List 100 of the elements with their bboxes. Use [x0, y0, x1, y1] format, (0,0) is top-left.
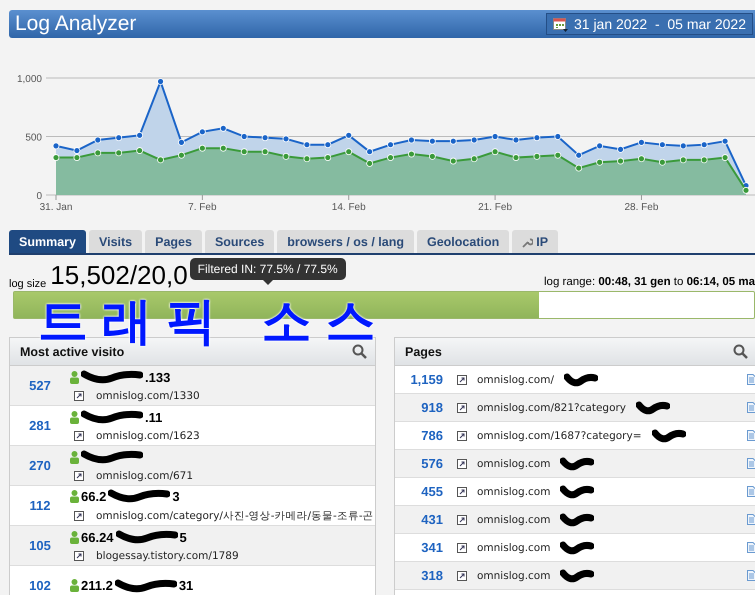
- external-link-icon[interactable]: [457, 514, 467, 524]
- user-icon: [70, 410, 79, 424]
- data-point: [262, 134, 268, 142]
- external-link-icon[interactable]: [457, 402, 467, 412]
- external-link-icon[interactable]: [457, 570, 467, 580]
- data-point: [136, 132, 144, 139]
- data-point: [575, 152, 582, 159]
- document-icon[interactable]: [747, 374, 755, 385]
- external-link-icon[interactable]: [457, 374, 467, 384]
- page-url: omnislog.com: [477, 486, 550, 498]
- data-point: [94, 136, 102, 144]
- redaction-scribble: [652, 428, 686, 444]
- tab[interactable]: Sources: [204, 230, 274, 253]
- tab[interactable]: Geolocation: [417, 230, 510, 253]
- tab[interactable]: IP: [512, 230, 558, 253]
- data-point: [470, 155, 478, 162]
- visit-count: 270: [28, 458, 52, 473]
- data-point: [345, 148, 352, 156]
- page-url: omnislog.com: [477, 542, 550, 554]
- data-point: [638, 138, 645, 146]
- axis-label: 7. Feb: [188, 202, 217, 213]
- user-icon: [70, 530, 79, 544]
- data-point: [700, 156, 708, 164]
- data-point: [680, 156, 687, 164]
- document-icon[interactable]: [747, 458, 755, 469]
- data-point: [94, 149, 102, 156]
- external-link-icon[interactable]: [457, 486, 467, 496]
- data-point: [282, 135, 290, 142]
- search-icon[interactable]: [733, 344, 748, 359]
- data-point: [136, 147, 144, 154]
- data-point: [428, 138, 436, 145]
- data-point: [198, 128, 206, 136]
- external-link-icon[interactable]: [74, 551, 84, 561]
- document-icon[interactable]: [747, 542, 755, 553]
- data-point: [512, 136, 520, 144]
- page-url: omnislog.com/1330: [96, 390, 200, 402]
- panel-title: Pages: [405, 344, 442, 358]
- data-point: [534, 152, 540, 160]
- data-point: [596, 142, 604, 150]
- redaction-scribble: [116, 529, 178, 545]
- external-link-icon[interactable]: [74, 431, 84, 441]
- data-point: [157, 78, 164, 85]
- data-point: [387, 141, 394, 148]
- redaction-scribble: [560, 456, 594, 472]
- data-point: [324, 154, 332, 161]
- data-point: [240, 148, 248, 156]
- data-point: [722, 154, 728, 161]
- tab[interactable]: Visits: [88, 230, 142, 253]
- redaction-scribble: [560, 568, 594, 584]
- data-point: [387, 154, 394, 161]
- data-point: [658, 141, 666, 148]
- page-count: 918: [420, 400, 443, 415]
- page-count: 786: [420, 428, 443, 443]
- wrench-icon: [522, 236, 534, 248]
- data-point: [52, 154, 60, 161]
- page-url: omnislog.com: [477, 514, 550, 526]
- document-icon[interactable]: [747, 430, 755, 441]
- ip-address: 66.2: [81, 488, 106, 504]
- data-point: [658, 158, 666, 166]
- data-point: [534, 134, 540, 142]
- external-link-icon[interactable]: [74, 471, 84, 481]
- document-icon[interactable]: [747, 402, 755, 413]
- ip-address: 66.24: [81, 530, 114, 544]
- data-point: [575, 164, 582, 172]
- data-point: [282, 152, 290, 160]
- page-url: omnislog.com/1687?category=: [477, 430, 642, 442]
- document-icon[interactable]: [747, 514, 755, 525]
- date-range-picker[interactable]: 31 jan 2022 - 05 mar 2022: [546, 13, 753, 35]
- external-link-icon[interactable]: [74, 391, 84, 401]
- tab[interactable]: browsers / os / lang: [277, 230, 414, 253]
- external-link-icon[interactable]: [457, 542, 467, 552]
- visit-count: 527: [28, 378, 52, 393]
- ip-address: 31: [178, 578, 194, 593]
- data-point: [492, 133, 498, 140]
- axis-label: 500: [25, 132, 42, 144]
- page-url: omnislog.com/category/사진-영상-카메라/동물-조류-곤: [96, 509, 374, 523]
- data-point: [617, 158, 624, 164]
- external-link-icon[interactable]: [457, 430, 467, 440]
- ip-address: 211.2: [81, 578, 113, 593]
- redaction-scribble: [560, 512, 594, 528]
- page-url: omnislog.com/1623: [96, 430, 200, 442]
- redaction-scribble: [81, 369, 143, 385]
- page-url: omnislog.com: [477, 570, 550, 582]
- document-icon[interactable]: [747, 570, 755, 581]
- user-icon: [70, 579, 79, 592]
- data-point: [470, 136, 478, 144]
- tab[interactable]: Summary: [9, 230, 86, 253]
- log-size-label: log size: [9, 278, 46, 290]
- data-point: [115, 149, 122, 156]
- document-icon[interactable]: [747, 486, 755, 497]
- axis-label: 0: [36, 191, 42, 202]
- external-link-icon[interactable]: [74, 511, 84, 521]
- log-range: log range: 00:48, 31 gen to 06:14, 05 ma: [544, 276, 755, 290]
- tab[interactable]: Pages: [145, 230, 202, 253]
- external-link-icon[interactable]: [457, 458, 467, 468]
- redaction-scribble: [108, 488, 170, 504]
- data-point: [240, 133, 248, 140]
- axis-label: 1,000: [16, 74, 42, 85]
- data-point: [262, 148, 268, 156]
- visit-count: 102: [28, 578, 52, 593]
